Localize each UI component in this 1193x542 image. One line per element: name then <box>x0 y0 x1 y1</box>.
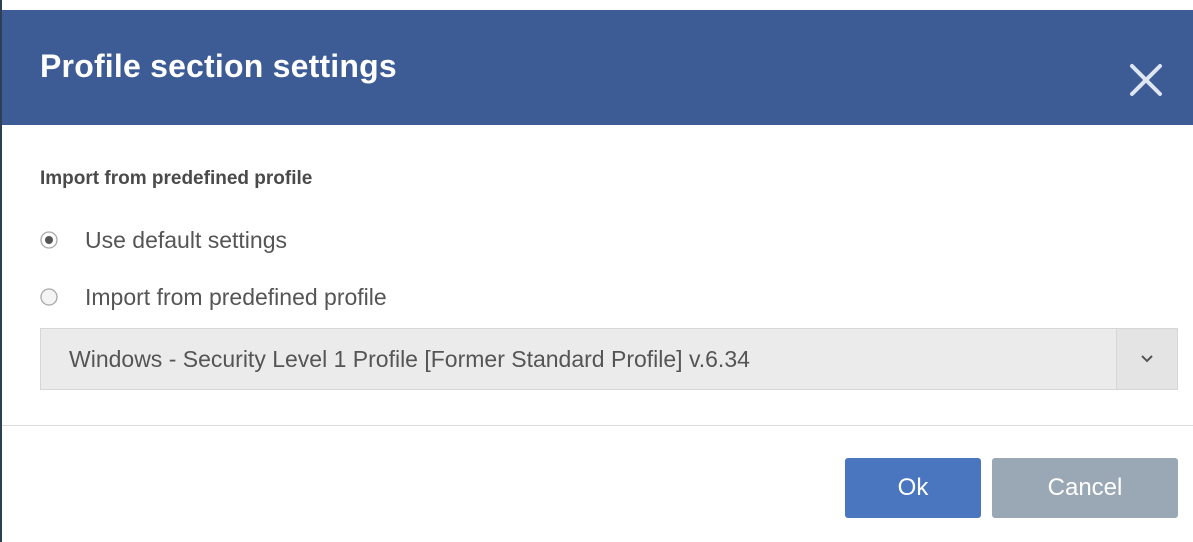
radio-selected-icon[interactable] <box>40 231 58 249</box>
radio-use-default-settings[interactable]: Use default settings <box>40 225 287 255</box>
dialog-header: Profile section settings <box>2 10 1193 125</box>
cancel-button[interactable]: Cancel <box>992 458 1178 518</box>
dialog-title: Profile section settings <box>40 48 397 84</box>
select-dropdown-button[interactable] <box>1116 329 1177 389</box>
profile-settings-dialog: Profile section settings Import from pre… <box>0 0 1193 542</box>
close-button[interactable] <box>1120 54 1172 106</box>
ok-button[interactable]: Ok <box>845 458 981 518</box>
radio-unselected-icon[interactable] <box>40 288 58 306</box>
profile-select-value: Windows - Security Level 1 Profile [Form… <box>69 346 750 372</box>
close-icon <box>1130 64 1162 96</box>
radio-label-use-default: Use default settings <box>85 226 288 253</box>
footer-divider <box>2 425 1193 426</box>
radio-import-predefined-profile[interactable]: Import from predefined profile <box>40 282 387 312</box>
radio-label-import-profile: Import from predefined profile <box>85 283 387 310</box>
profile-select[interactable]: Windows - Security Level 1 Profile [Form… <box>40 328 1178 390</box>
chevron-down-icon <box>1141 355 1153 363</box>
section-label: Import from predefined profile <box>40 168 313 189</box>
